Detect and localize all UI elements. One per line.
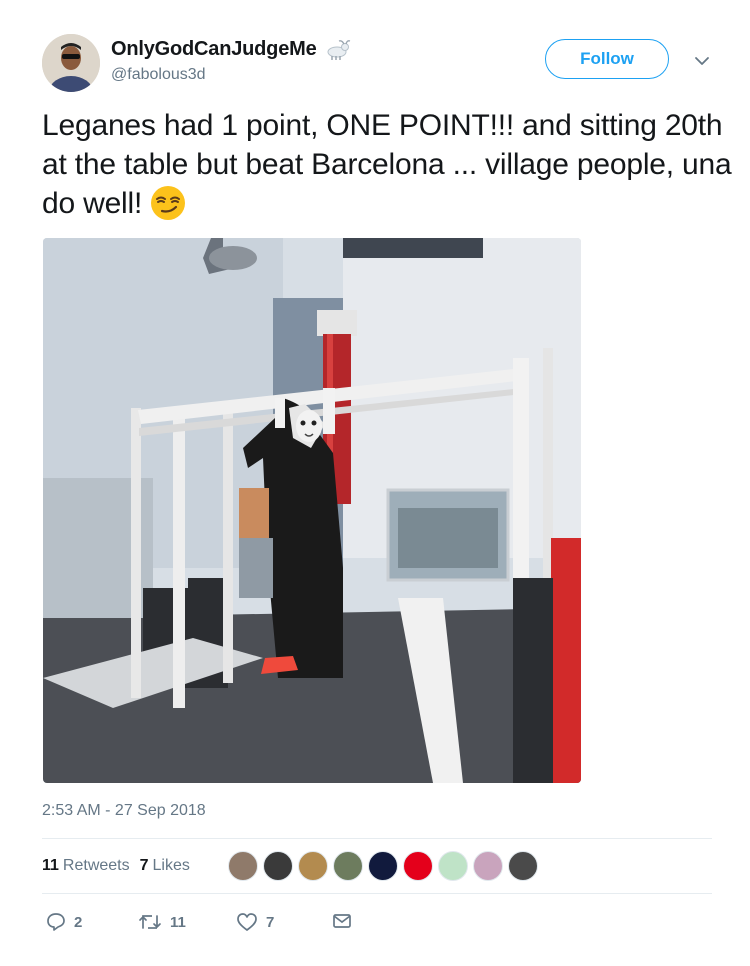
liker-avatar[interactable]: [263, 851, 293, 881]
envelope-icon: [332, 912, 352, 930]
avatar[interactable]: [42, 34, 100, 92]
follow-button[interactable]: Follow: [545, 39, 669, 79]
heart-icon: [236, 912, 258, 932]
engagement-stats: 11 Retweets 7 Likes: [42, 857, 200, 875]
divider: [42, 893, 712, 894]
tweet-timestamp[interactable]: 2:53 AM - 27 Sep 2018: [42, 802, 206, 820]
display-name[interactable]: OnlyGodCanJudgeMe: [111, 38, 317, 61]
liker-avatar[interactable]: [473, 851, 503, 881]
reply-count: 2: [74, 913, 83, 931]
liker-avatar[interactable]: [403, 851, 433, 881]
retweet-count: 11: [170, 913, 186, 931]
like-button[interactable]: 7: [236, 912, 274, 932]
liker-avatar[interactable]: [333, 851, 363, 881]
liker-avatar[interactable]: [508, 851, 538, 881]
liker-avatar[interactable]: [368, 851, 398, 881]
goat-emoji-icon: [323, 39, 351, 61]
smirking-face-emoji-icon: [150, 185, 186, 221]
likes-stat[interactable]: 7 Likes: [140, 857, 190, 875]
retweet-icon: [138, 912, 162, 932]
retweets-label: Retweets: [62, 857, 130, 874]
liker-avatar[interactable]: [438, 851, 468, 881]
divider: [42, 838, 712, 839]
reply-button[interactable]: 2: [46, 912, 82, 932]
retweet-button[interactable]: 11: [138, 912, 186, 932]
retweets-stat[interactable]: 11 Retweets: [42, 857, 130, 875]
likes-count: 7: [139, 857, 149, 874]
retweets-count: 11: [42, 857, 59, 874]
liker-avatar[interactable]: [298, 851, 328, 881]
like-count: 7: [266, 913, 275, 931]
likes-label: Likes: [152, 857, 190, 874]
tweet-card: OnlyGodCanJudgeMe @fabolous3d Follow Leg…: [0, 0, 750, 966]
tweet-text: Leganes had 1 point, ONE POINT!!! and si…: [42, 106, 732, 223]
liker-avatar[interactable]: [228, 851, 258, 881]
user-handle[interactable]: @fabolous3d: [111, 66, 206, 84]
chevron-down-icon[interactable]: [694, 54, 710, 66]
reply-icon: [46, 912, 66, 932]
likers-avatars: [228, 851, 543, 881]
direct-message-button[interactable]: [332, 912, 352, 930]
tweet-photo[interactable]: [43, 238, 581, 783]
tweet-body: Leganes had 1 point, ONE POINT!!! and si…: [42, 109, 732, 220]
